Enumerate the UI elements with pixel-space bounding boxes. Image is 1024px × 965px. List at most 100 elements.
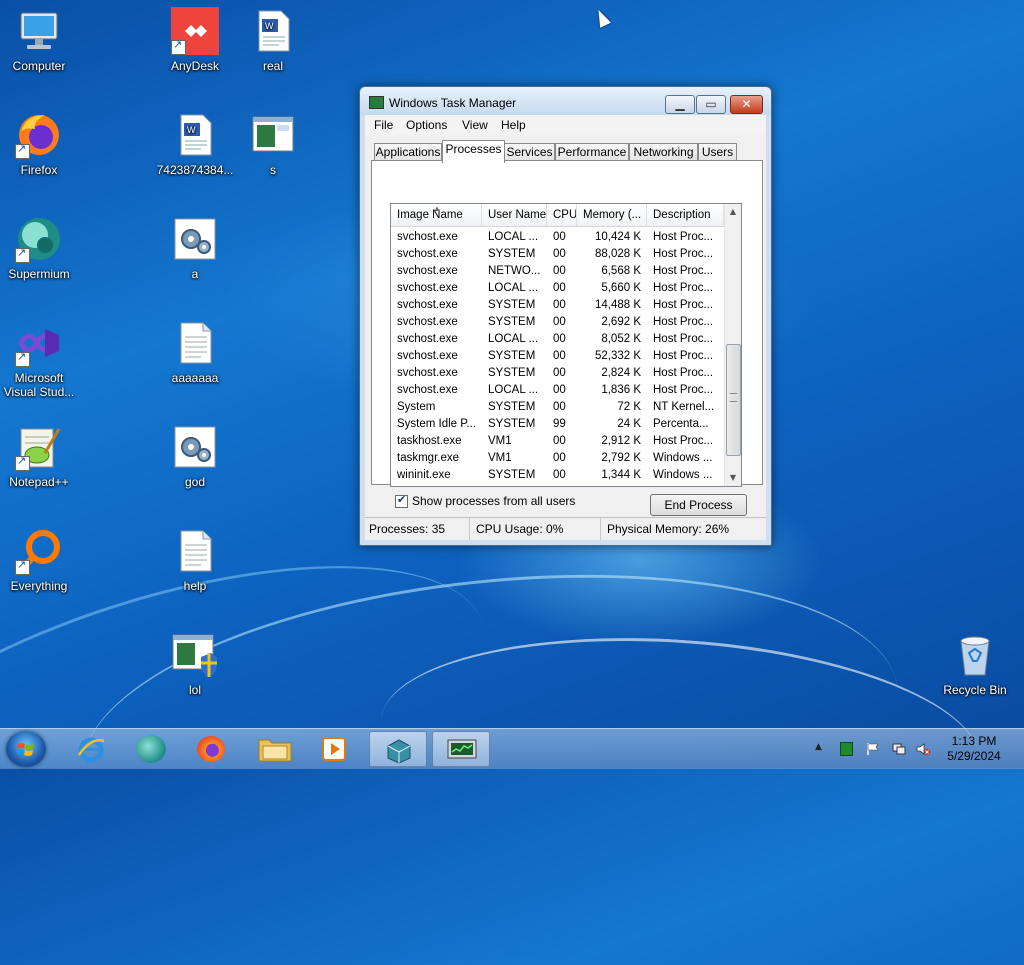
title-bar[interactable]: Windows Task Manager ▁ ▭ ✕	[360, 87, 771, 115]
table-row[interactable]: svchost.exe LOCAL ... 00 10,424 K Host Proc.…	[391, 229, 724, 246]
recycle-bin-icon	[951, 631, 999, 679]
menu-file[interactable]: File	[374, 118, 393, 132]
cell-memory: 14,488 K	[594, 299, 641, 311]
close-button[interactable]: ✕	[730, 95, 763, 114]
table-row[interactable]: svchost.exe SYSTEM 00 52,332 K Host Proc...	[391, 348, 724, 365]
taskbar-file-explorer[interactable]	[246, 731, 304, 767]
taskbar-task-manager[interactable]	[432, 731, 490, 767]
table-row[interactable]: svchost.exe SYSTEM 00 88,028 K Host Proc...	[391, 246, 724, 263]
cell-cpu: 00	[553, 435, 566, 447]
tab-networking[interactable]: Networking	[629, 143, 698, 161]
settings-file-icon	[171, 215, 219, 263]
taskbar-task-scheduler[interactable]	[369, 731, 427, 767]
show-hidden-icons-icon[interactable]: ▲	[815, 742, 829, 756]
table-row[interactable]: taskmgr.exe VM1 00 2,792 K Windows ...	[391, 450, 724, 467]
task-scheduler-icon	[387, 739, 411, 764]
desktop-icon-help[interactable]: help	[154, 527, 236, 593]
scroll-down-icon[interactable]: ▼	[725, 470, 741, 486]
desktop-icon-everything[interactable]: Everything	[0, 527, 80, 593]
scrollbar-thumb[interactable]	[726, 344, 741, 456]
menu-help[interactable]: Help	[501, 118, 526, 132]
taskbar-firefox[interactable]	[182, 731, 240, 767]
table-row[interactable]: svchost.exe NETWO... 00 6,568 K Host Proc...	[391, 263, 724, 280]
cell-user-name: SYSTEM	[488, 248, 536, 260]
desktop-icon-anydesk[interactable]: AnyDesk	[154, 7, 236, 73]
system-clock[interactable]: 1:13 PM 5/29/2024	[934, 734, 1014, 764]
table-row[interactable]: svchost.exe LOCAL ... 00 8,052 K Host Proc..…	[391, 331, 724, 348]
column-description[interactable]: Description	[647, 204, 724, 226]
cell-image-name: svchost.exe	[397, 248, 458, 260]
window-body: Applications Processes Services Performa…	[365, 135, 766, 540]
table-row[interactable]: taskhost.exe VM1 00 2,912 K Host Proc...	[391, 433, 724, 450]
table-row[interactable]: svchost.exe SYSTEM 00 2,692 K Host Proc...	[391, 314, 724, 331]
desktop-icon-aaaaaaa[interactable]: aaaaaaa	[154, 319, 236, 385]
cell-user-name: SYSTEM	[488, 350, 536, 362]
desktop-icon-real[interactable]: Wreal	[232, 7, 314, 73]
desktop-icon-notepadpp[interactable]: Notepad++	[0, 423, 80, 489]
table-row[interactable]: wininit.exe SYSTEM 00 1,344 K Windows ...	[391, 467, 724, 484]
tab-users[interactable]: Users	[698, 143, 737, 161]
cell-cpu: 00	[553, 350, 566, 362]
end-process-button[interactable]: End Process	[650, 494, 747, 516]
list-header: ▲ Image Name User Name CPU Memory (... D…	[391, 204, 724, 227]
column-image-name[interactable]: ▲ Image Name	[391, 204, 482, 226]
menu-options[interactable]: Options	[406, 118, 447, 132]
taskbar-internet-explorer[interactable]	[62, 731, 120, 767]
cell-description: Host Proc...	[653, 333, 714, 345]
column-memory[interactable]: Memory (...	[577, 204, 647, 226]
cell-memory: 6,568 K	[601, 265, 641, 277]
desktop-icon-supermium[interactable]: Supermium	[0, 215, 80, 281]
table-row[interactable]: svchost.exe LOCAL ... 00 5,660 K Host Proc..…	[391, 280, 724, 297]
desktop-icon-label: Microsoft Visual Stud...	[3, 371, 75, 399]
cell-image-name: svchost.exe	[397, 316, 458, 328]
maximize-button[interactable]: ▭	[696, 95, 726, 114]
desktop-icon-computer[interactable]: Computer	[0, 7, 80, 73]
taskbar-media-player[interactable]	[306, 731, 364, 767]
desktop-icon-firefox[interactable]: Firefox	[0, 111, 80, 177]
menu-view[interactable]: View	[462, 118, 488, 132]
taskbar-supermium[interactable]	[122, 731, 180, 767]
desktop-icon-label: 7423874384...	[156, 163, 234, 177]
desktop-icon-label: lol	[188, 683, 201, 697]
desktop-icon-a[interactable]: a	[154, 215, 236, 281]
cell-image-name: svchost.exe	[397, 333, 458, 345]
network-icon[interactable]	[892, 742, 906, 756]
cell-user-name: LOCAL ...	[488, 231, 539, 243]
tab-performance[interactable]: Performance	[555, 143, 629, 161]
tab-services[interactable]: Services	[504, 143, 555, 161]
desktop-icon-recycle-bin[interactable]: Recycle Bin	[934, 631, 1016, 697]
table-row[interactable]: svchost.exe SYSTEM 00 2,824 K Host Proc...	[391, 365, 724, 382]
table-row[interactable]: svchost.exe LOCAL ... 00 1,836 K Host Proc..…	[391, 382, 724, 399]
cell-description: Host Proc...	[653, 350, 714, 362]
action-center-flag-icon[interactable]	[866, 742, 880, 756]
table-row[interactable]: System Idle P... SYSTEM 99 24 K Percenta...	[391, 416, 724, 433]
windows-logo-icon	[17, 743, 34, 756]
desktop-icon-7423874384[interactable]: W 7423874384...	[154, 111, 236, 177]
cell-image-name: svchost.exe	[397, 265, 458, 277]
start-button[interactable]	[6, 731, 46, 767]
process-list[interactable]: ▲ Image Name User Name CPU Memory (... D…	[390, 203, 742, 487]
desktop-icon-label: real	[262, 59, 283, 73]
desktop-icon-god[interactable]: god	[154, 423, 236, 489]
supermium-icon	[136, 735, 166, 763]
volume-muted-icon[interactable]	[916, 742, 930, 756]
desktop-icon-lol[interactable]: lol	[154, 631, 236, 697]
task-manager-icon	[447, 739, 477, 759]
show-all-users-label[interactable]: Show processes from all users	[412, 494, 575, 508]
vertical-scrollbar[interactable]: ▲ ▼	[724, 204, 741, 486]
table-row[interactable]: svchost.exe SYSTEM 00 14,488 K Host Proc...	[391, 297, 724, 314]
table-row[interactable]: System SYSTEM 00 72 K NT Kernel...	[391, 399, 724, 416]
scroll-up-icon[interactable]: ▲	[725, 204, 741, 220]
task-manager-window[interactable]: Windows Task Manager ▁ ▭ ✕ File Options …	[359, 86, 772, 546]
tab-processes[interactable]: Processes	[442, 140, 505, 163]
desktop-icon-visual-studio[interactable]: Microsoft Visual Stud...	[0, 319, 80, 399]
desktop-icon-s[interactable]: s	[232, 111, 314, 177]
tab-applications[interactable]: Applications	[374, 143, 442, 161]
cell-user-name: SYSTEM	[488, 469, 536, 481]
cell-memory: 2,824 K	[601, 367, 641, 379]
status-tray-icon[interactable]	[840, 742, 853, 756]
show-all-users-checkbox[interactable]: ✔	[395, 493, 408, 508]
minimize-button[interactable]: ▁	[665, 95, 695, 114]
column-user-name[interactable]: User Name	[482, 204, 547, 226]
column-cpu[interactable]: CPU	[547, 204, 577, 226]
